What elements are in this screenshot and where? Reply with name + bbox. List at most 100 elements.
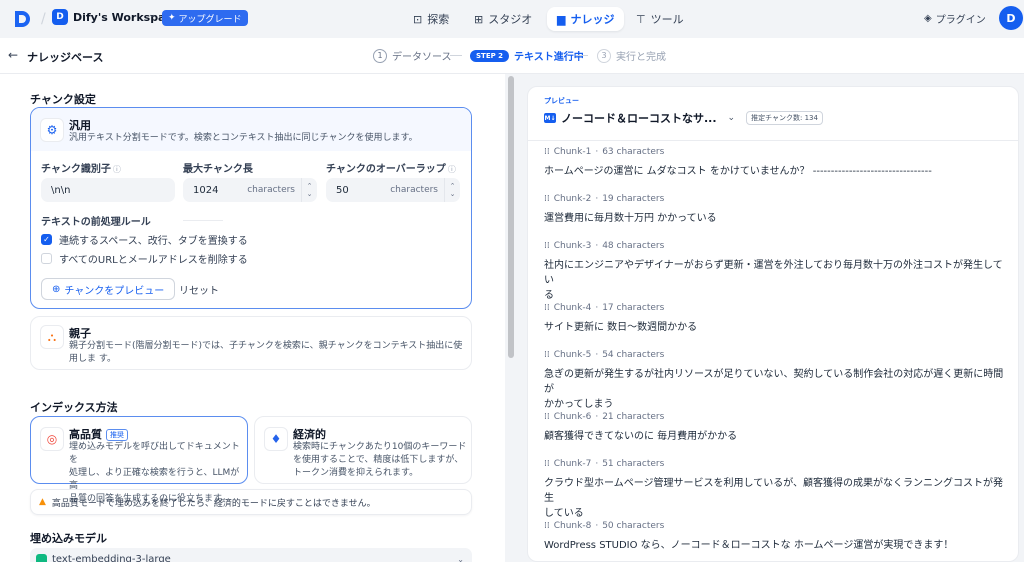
compass-icon: ⊡ [413,12,423,26]
card-title: 経済的 [293,428,326,441]
number-stepper[interactable]: ⌃ ⌄ [444,178,460,202]
document-selector[interactable]: M↓ ノーコード＆ローコストなサ... ⌄ 推定チャンク数: 134 [544,110,823,126]
chunk-meta: ⁞⁞ Chunk-2 · 19 characters [544,194,1006,204]
chunk-id: Chunk-8 [553,521,592,531]
step-connector [450,55,462,56]
plugin-button[interactable]: ◈ プラグイン [924,11,986,26]
back-arrow-icon[interactable]: ← [8,48,18,62]
max-length-input[interactable]: 1024 characters ⌃ ⌄ [183,178,317,202]
delimiter-input[interactable]: \n\n [41,178,175,202]
chunk-item[interactable]: ⁞⁞ Chunk-5 · 54 characters 急ぎの更新が発生するが社内リソース… [544,350,1006,412]
divider: / [41,11,46,27]
gear-icon: ⚙ [40,118,64,142]
step-bar: ← ナレッジベース 1 データソース STEP 2 テキスト進行中 3 実行と完… [0,38,1024,74]
upgrade-button[interactable]: ✦ アップグレード [162,10,248,26]
chevron-down-icon[interactable]: ⌄ [457,555,464,562]
rule-remove-urls[interactable]: すべてのURLとメールアドレスを削除する [41,251,248,266]
robot-icon: ⊞ [474,12,484,26]
user-avatar[interactable]: D [999,6,1023,30]
rule-label: 連続するスペース、改行、タブを置換する [59,236,248,247]
desc-line: 検索時にチャンクあたり10個のキーワード [293,442,467,452]
chunk-settings-title: チャンク設定 [30,93,96,106]
chunk-id: Chunk-7 [553,459,592,469]
chunk-item[interactable]: ⁞⁞ Chunk-6 · 21 characters 顧客獲得できてないのに 毎月費用が… [544,412,1006,444]
workspace-avatar[interactable]: D [52,9,68,25]
help-icon[interactable]: ⓘ [448,165,456,174]
label-text: チャンク識別子 [41,164,111,175]
chevron-down-icon[interactable]: ⌄ [148,10,156,20]
card-description: 検索時にチャンクあたり10個のキーワード を使用することで、精度は低下しますが、… [293,441,466,480]
chunk-item[interactable]: ⁞⁞ Chunk-4 · 17 characters サイト更新に 数日〜数週間かかる [544,303,1006,335]
nav-knowledge[interactable]: ▆ ナレッジ [547,7,625,31]
parent-child-mode-card[interactable]: ⛬ 親子 親子分割モード(階層分割モード)では、子チャンクを検索に、親チャンクを… [30,316,472,370]
overlap-input[interactable]: 50 characters ⌃ ⌄ [326,178,460,202]
grid-icon: ⁞⁞ [544,521,550,531]
desc-line: を使用することで、精度は低下しますが、 [293,455,464,465]
high-quality-card[interactable]: ◎ 高品質 推奨 埋め込みモデルを呼び出してドキュメントを 処理し、より正確な検索… [30,416,248,504]
embedding-model-select[interactable]: text-embedding-3-large ⌄ [30,548,472,562]
grid-icon: ⁞⁞ [544,459,550,469]
general-mode-card[interactable]: ⚙ 汎用 汎用テキスト分割モードです。検索とコンテキスト抽出に同じチャンクを使用… [30,107,472,309]
settings-panel: チャンク設定 ⚙ 汎用 汎用テキスト分割モードです。検索とコンテキスト抽出に同じ… [0,74,505,562]
chunk-item[interactable]: ⁞⁞ Chunk-3 · 48 characters 社内にエンジニアやデザイナーがおら… [544,241,1006,303]
nav-studio[interactable]: ⊞ スタジオ [464,7,542,31]
index-method-title: インデックス方法 [30,401,118,414]
chunk-text-line: 社内にエンジニアやデザイナーがおらず更新・運営を外注しており毎月数十万の外注コス… [544,260,1003,286]
card-description: 汎用テキスト分割モードです。検索とコンテキスト抽出に同じチャンクを使用します。 [69,133,418,143]
top-navigation-bar: / D Dify's Workspace ⌄ ✦ アップグレード ⊡ 探索 ⊞ … [0,0,1024,38]
chunk-id: Chunk-3 [553,241,592,251]
card-title: 汎用 [69,119,91,132]
step-text-processing: STEP 2 テキスト進行中 [470,48,584,63]
chunk-id: Chunk-4 [553,303,592,313]
chunk-char-count: 19 characters [602,194,665,204]
chunk-text-line: 顧客獲得できてないのに 毎月費用がかかる [544,431,738,442]
reset-button[interactable]: リセット [179,282,219,297]
help-icon[interactable]: ⓘ [113,165,121,174]
warning-banner: ▲ 高品質モードで埋め込みを終了したら、経済的モードに戻すことはできません。 [30,489,472,515]
nav-tools[interactable]: ⊤ ツール [626,7,694,31]
chunk-item[interactable]: ⁞⁞ Chunk-8 · 50 characters WordPress STUDIO … [544,521,1006,553]
chevron-down-icon[interactable]: ⌄ [450,190,456,198]
cube-icon: ◈ [924,13,932,24]
recommended-badge: 推奨 [106,429,128,441]
chevron-up-icon[interactable]: ⌃ [307,182,313,190]
rule-replace-spaces[interactable]: ✓ 連続するスペース、改行、タブを置換する [41,232,248,247]
chunk-char-count: 50 characters [602,521,665,531]
chunk-text: WordPress STUDIO なら、ノーコード＆ローコストな ホームページ運… [544,538,1006,553]
chunk-text: クラウド型ホームページ管理サービスを利用しているが、顧客獲得の成果がなくランニン… [544,476,1006,521]
chunk-item[interactable]: ⁞⁞ Chunk-7 · 51 characters クラウド型ホームページ管理サービス… [544,459,1006,521]
chunk-char-count: 17 characters [602,303,665,313]
checkbox-unchecked-icon[interactable] [41,253,52,264]
checkbox-checked-icon[interactable]: ✓ [41,234,52,245]
unit-label: characters [390,185,438,195]
model-name: text-embedding-3-large [52,553,171,562]
overlap-label: チャンクのオーバーラップ ⓘ [326,160,456,175]
chevron-down-icon[interactable]: ⌄ [728,113,736,123]
piggy-bank-icon: ♦ [264,427,288,451]
chunk-text-line: している [544,508,584,519]
chunk-meta: ⁞⁞ Chunk-3 · 48 characters [544,241,1006,251]
desc-line: 埋め込みモデルを呼び出してドキュメントを [69,442,240,465]
chunk-text: サイト更新に 数日〜数週間かかる [544,320,1006,335]
chunk-item[interactable]: ⁞⁞ Chunk-2 · 19 characters 運営費用に毎月数十万円 かかってい… [544,194,1006,226]
scrollbar[interactable] [508,76,514,358]
step-number: 1 [373,48,387,63]
chunk-item[interactable]: ⁞⁞ Chunk-1 · 63 characters ホームページの運営に ムダなコスト… [544,147,1006,179]
target-icon: ◎ [40,427,64,451]
card-title: 高品質 推奨 [69,426,128,442]
chunk-char-count: 54 characters [602,350,665,360]
chunk-meta: ⁞⁞ Chunk-6 · 21 characters [544,412,1006,422]
chevron-down-icon[interactable]: ⌄ [307,190,313,198]
step-label: 実行と完成 [616,52,666,63]
dify-logo-icon[interactable] [12,9,32,29]
nav-explore[interactable]: ⊡ 探索 [403,7,459,31]
chevron-up-icon[interactable]: ⌃ [450,182,456,190]
chunk-meta: ⁞⁞ Chunk-5 · 54 characters [544,350,1006,360]
chunk-text-line: クラウド型ホームページ管理サービスを利用しているが、顧客獲得の成果がなくランニン… [544,478,1003,504]
economy-card[interactable]: ♦ 経済的 検索時にチャンクあたり10個のキーワード を使用することで、精度は低… [254,416,472,484]
step-label: データソース [392,52,452,63]
title-text: 高品質 [69,428,102,441]
preview-chunks-button[interactable]: ⊕ チャンクをプレビュー [41,278,176,300]
breadcrumb[interactable]: ナレッジベース [27,49,103,65]
number-stepper[interactable]: ⌃ ⌄ [301,178,317,202]
